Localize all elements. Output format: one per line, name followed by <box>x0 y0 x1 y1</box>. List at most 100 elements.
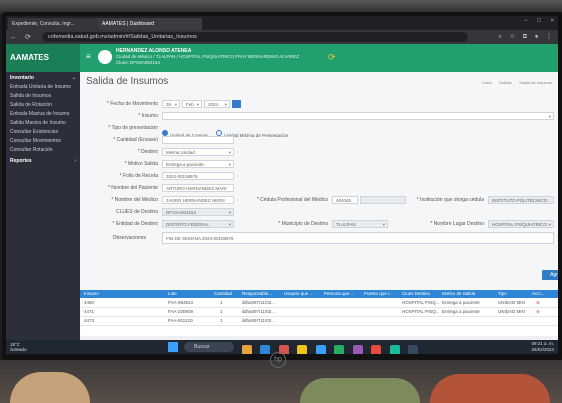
taskbar-app-icon[interactable] <box>315 345 326 354</box>
table-row[interactable]: 4473 FAA-911210 1 ildha097/11/02... <box>80 317 558 326</box>
col-acciones[interactable]: Acci... <box>532 290 544 298</box>
delete-icon[interactable]: ⊗ <box>536 299 540 307</box>
cell-lote: FAA-230609 <box>168 309 194 314</box>
taskbar-search[interactable]: Buscar <box>184 342 234 352</box>
clues-label: CLUES de Destino <box>116 209 158 215</box>
taskbar-apps <box>242 342 422 354</box>
col-motivo[interactable]: Motivo de Salida <box>442 290 475 298</box>
weather-widget[interactable]: 18°C Soleado <box>10 342 27 352</box>
taskbar-app-icon[interactable] <box>242 345 252 354</box>
fecha-year-select[interactable]: 2024 ▾ <box>204 100 230 108</box>
institucion-input[interactable]: INSTITUTO POLITECNICO <box>488 196 554 204</box>
taskbar-app-icon[interactable] <box>260 345 271 354</box>
reload-icon[interactable]: ⟳ <box>25 34 31 41</box>
col-usuario[interactable]: Usuario que ... <box>284 290 313 298</box>
delete-icon[interactable]: ⊗ <box>536 308 540 316</box>
main-content: Salida de Insumos Inicio Salidas Salida … <box>80 72 558 290</box>
entidad-select[interactable]: DISTRITO FEDERAL ▾ <box>162 220 234 228</box>
lugar-select[interactable]: HOSPITAL PSIQUIATRICO ▾ <box>488 220 554 228</box>
taskbar-app-icon[interactable] <box>297 345 308 354</box>
entidad-label: * Entidad de Destino <box>112 221 158 227</box>
table-row[interactable]: 4480 FAA-993543 1 ildha097/11/02... HOSP… <box>80 299 558 308</box>
cell-tipo: UNIDAD MIN <box>498 300 525 305</box>
sidebar-item-movimientos[interactable]: Consultar Movimientos <box>6 137 80 146</box>
taskbar-app-icon[interactable] <box>389 345 400 354</box>
sidebar-item-entrada-unitaria[interactable]: Entrada Unitaria de Insumo <box>6 83 80 92</box>
sidebar-item-existencias[interactable]: Consultar Existencias <box>6 128 80 137</box>
taskbar-app-icon[interactable] <box>352 345 363 354</box>
calendar-icon[interactable] <box>232 100 241 108</box>
user-clues: Clues: DFSSA004154 <box>116 60 161 65</box>
zoom-icon[interactable]: ⌕ <box>499 34 502 40</box>
fecha-day-select[interactable]: 26 ▾ <box>162 100 180 108</box>
cedula-input[interactable]: 404045 <box>332 196 358 204</box>
sync-icon[interactable]: ⟳ <box>328 52 336 63</box>
cell-lote: FAA-993543 <box>168 300 194 305</box>
cell-insumo: 4480 <box>84 300 95 305</box>
system-tray-clock[interactable]: 09:21 a. m. 26/02/2024 <box>531 341 554 353</box>
col-responsable[interactable]: Responsable... <box>242 290 272 298</box>
fecha-month-select[interactable]: Feb ▾ <box>182 100 202 108</box>
desk-object <box>430 374 550 403</box>
cell-cantidad: 1 <box>220 309 223 314</box>
col-insumo[interactable]: Insumo <box>84 290 99 298</box>
breadcrumb-home[interactable]: Inicio <box>482 80 491 85</box>
obs-textarea[interactable]: FIN DE SEMANA 2024-00108976 <box>162 232 554 244</box>
table-row[interactable]: 4471 FAA-230609 1 ildha097/11/02... HOSP… <box>80 308 558 317</box>
col-clues-destino[interactable]: Clues Destino <box>402 290 430 298</box>
col-tipo[interactable]: Tipo <box>498 290 507 298</box>
close-icon[interactable]: × <box>550 18 554 24</box>
cantidad-input[interactable] <box>162 136 234 144</box>
maximize-icon[interactable]: □ <box>537 18 541 24</box>
back-icon[interactable]: ← <box>10 34 17 41</box>
paciente-label: * Nombre del Paciente <box>107 185 158 191</box>
app-logo[interactable]: AAMATES <box>6 44 80 72</box>
windows-start-icon[interactable] <box>168 342 178 352</box>
cell-motivo: Entrega a paciente <box>442 300 480 305</box>
extension-icon[interactable]: ⧉ <box>523 34 527 40</box>
insumo-select[interactable]: ▾ <box>162 112 554 120</box>
destino-select[interactable]: Misma Unidad ▾ <box>162 148 234 156</box>
sidebar-item-salida-rotacion[interactable]: Salida de Rotación <box>6 101 80 110</box>
sidebar-item-entrada-masiva[interactable]: Entrada Masiva de Insumo <box>6 110 80 119</box>
sidebar-item-salida-insumos[interactable]: Salida de Insumos <box>6 92 80 101</box>
sidebar-section-reportes[interactable]: Reportes › <box>6 157 80 166</box>
cell-lote: FAA-911210 <box>168 318 193 323</box>
browser-tab-1[interactable]: Expediente, Consulta, Ingr... <box>8 18 104 30</box>
menu-icon[interactable]: ⋮ <box>546 34 552 40</box>
nav-buttons: ← ⟳ <box>10 33 37 41</box>
cedula-label: * Cédula Profesional del Médico <box>256 197 328 203</box>
taskbar-app-icon[interactable] <box>334 345 345 354</box>
taskbar-app-icon[interactable] <box>371 345 382 354</box>
tipo-radio-compra[interactable] <box>162 129 168 136</box>
sidebar-item-salida-masiva[interactable]: Salida Masiva de Insumo <box>6 119 80 128</box>
sidebar-item-rotacion[interactable]: Consultar Rotación <box>6 146 80 155</box>
clues-input[interactable]: DFSSA004154 ▾ <box>162 208 234 216</box>
paciente-input[interactable]: ARTURO HERNANDEZ MARI <box>162 184 234 192</box>
breadcrumb-salidas[interactable]: Salidas <box>499 80 512 85</box>
minimize-icon[interactable]: − <box>524 18 528 24</box>
url-input[interactable]: cofemedia.salud.gob.mx/admin/#/Salidas_U… <box>42 32 468 42</box>
add-button[interactable]: Agregar <box>542 270 558 280</box>
cell-responsable: ildha097/11/02... <box>242 318 275 323</box>
motivo-select[interactable]: Entrega a paciente ▾ <box>162 160 234 168</box>
col-lote[interactable]: Lote <box>168 290 177 298</box>
col-cantidad[interactable]: Cantidad <box>214 290 232 298</box>
col-puesto[interactable]: Puesto que r... <box>364 290 393 298</box>
window-controls: − □ × <box>516 18 554 24</box>
hamburger-icon[interactable]: ≡ <box>86 52 91 61</box>
profile-icon[interactable]: ● <box>535 34 539 40</box>
hp-logo-icon: hp <box>270 352 286 368</box>
folio-input[interactable]: 2024-00108976 <box>162 172 234 180</box>
weather-desc: Soleado <box>10 347 27 352</box>
taskbar-app-icon[interactable] <box>408 345 419 354</box>
breadcrumb: Inicio Salidas Salida de Insumos <box>476 80 552 85</box>
desk-object <box>300 378 420 403</box>
col-persona[interactable]: Persona que ... <box>324 290 355 298</box>
tipo-radio-minima[interactable] <box>216 129 223 136</box>
star-icon[interactable]: ☆ <box>510 34 515 40</box>
municipio-select[interactable]: TLALPAN ▾ <box>332 220 388 228</box>
browser-tab-2[interactable]: AAMATES | Dashboard <box>98 18 202 30</box>
sidebar-section-inventario[interactable]: Inventario ⌄ <box>6 74 80 83</box>
medico-input[interactable]: JAVIER HERNANDEZ HERN <box>162 196 234 204</box>
